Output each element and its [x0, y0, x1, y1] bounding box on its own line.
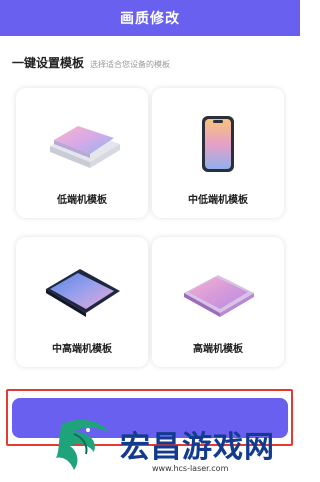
- template-label: 高端机模板: [193, 344, 243, 355]
- phone-upright-icon: [202, 116, 234, 172]
- section-title: 一键设置模板: [12, 56, 85, 70]
- page-title: 画质修改: [120, 11, 180, 27]
- tablet-flat-icon: [50, 126, 120, 168]
- phone-flat-pink-icon: [184, 275, 254, 317]
- template-label: 低端机模板: [57, 195, 107, 206]
- dragon-logo-icon: [56, 419, 108, 470]
- app-header: 画质修改: [0, 0, 300, 36]
- template-card-low-end[interactable]: 低端机模板: [16, 88, 148, 218]
- template-card-mid-high[interactable]: 中高端机模板: [16, 237, 148, 367]
- watermark: 宏昌游戏网 www.hcs-laser.com: [48, 414, 298, 480]
- template-label: 中高端机模板: [52, 344, 112, 355]
- watermark-url: www.hcs-laser.com: [152, 464, 229, 473]
- template-label: 中低端机模板: [188, 195, 248, 206]
- template-card-mid-low[interactable]: 中低端机模板: [152, 88, 284, 218]
- section-header: 一键设置模板 选择适合您设备的模板: [12, 54, 170, 71]
- watermark-title: 宏昌游戏网: [120, 430, 275, 465]
- phone-flat-blue-icon: [46, 269, 120, 317]
- template-card-high-end[interactable]: 高端机模板: [152, 237, 284, 367]
- section-subtitle: 选择适合您设备的模板: [90, 60, 171, 69]
